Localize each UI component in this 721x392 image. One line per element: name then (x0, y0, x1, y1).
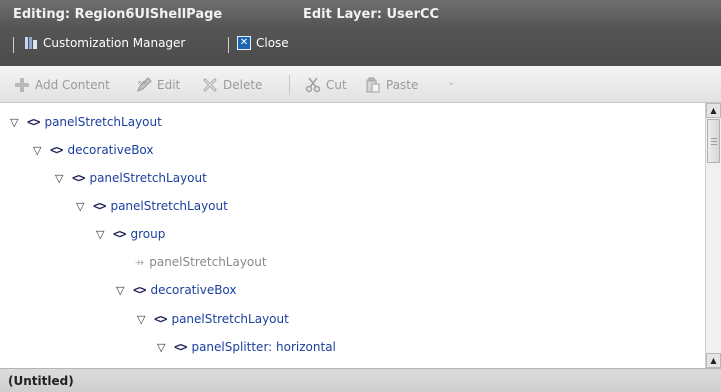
cut-button[interactable]: Cut (305, 77, 347, 93)
component-tag-icon: <> (27, 115, 40, 129)
toolbar: Add Content xyz Edit Delete Cut Paste ⌄ (0, 66, 721, 103)
arrow-up-icon: ▲ (710, 106, 717, 115)
delete-label: Delete (223, 78, 263, 92)
add-content-label: Add Content (35, 78, 110, 92)
tree-node-label[interactable]: panelStretchLayout (171, 312, 288, 326)
edit-layer-title: Edit Layer: UserCC (303, 7, 440, 22)
tree-node: ▽ <> panelSplitter: horizontal (157, 336, 336, 358)
component-tag-icon: <> (154, 312, 167, 326)
collapse-triangle-icon[interactable]: ▽ (96, 228, 108, 241)
component-tag-icon: <> (50, 143, 63, 157)
customization-manager-icon (24, 36, 38, 50)
collapse-triangle-icon[interactable]: ▽ (33, 144, 45, 157)
tree-node-label[interactable]: group (130, 227, 165, 241)
close-label: Close (256, 36, 289, 50)
tree-node-label[interactable]: panelSplitter: horizontal (191, 340, 335, 354)
cut-label: Cut (326, 78, 347, 92)
tree-node-label[interactable]: panelStretchLayout (149, 255, 266, 269)
delete-button[interactable]: Delete (202, 77, 262, 93)
separator (289, 75, 290, 95)
customization-manager-link[interactable]: Customization Manager (24, 36, 185, 50)
grip-line (711, 144, 717, 145)
component-tag-icon: <> (133, 283, 146, 297)
tree-node: ▽ <> decorativeBox (33, 139, 154, 161)
customization-manager-label: Customization Manager (43, 36, 186, 50)
status-text: (Untitled) (8, 374, 74, 388)
tree-node-label[interactable]: decorativeBox (67, 143, 153, 157)
tree-node: ▽ <> decorativeBox (116, 279, 237, 301)
editing-title: Editing: Region6UIShellPage (13, 7, 223, 22)
close-icon: ✕ (237, 36, 251, 50)
grip-line (711, 141, 717, 142)
separator (13, 37, 14, 53)
tree-node-label[interactable]: panelStretchLayout (89, 171, 206, 185)
scroll-thumb[interactable] (707, 119, 720, 163)
paste-button[interactable]: Paste (365, 77, 418, 93)
svg-text:xyz: xyz (138, 80, 147, 86)
edit-button[interactable]: xyz Edit (136, 77, 180, 93)
separator (228, 37, 229, 53)
tree-node-label[interactable]: decorativeBox (150, 283, 236, 297)
component-tag-icon: <> (113, 227, 126, 241)
scroll-down-button[interactable]: ▲ (706, 353, 721, 368)
component-tag-icon: <> (72, 171, 85, 185)
scroll-up-button[interactable]: ▲ (706, 103, 721, 118)
tree-node: ⇸ panelStretchLayout (135, 251, 267, 273)
hidden-component-icon: ⇸ (135, 255, 145, 269)
add-icon (14, 77, 30, 93)
arrow-down-icon: ▲ (710, 356, 717, 365)
edit-label: Edit (157, 78, 181, 92)
edit-icon: xyz (136, 77, 152, 93)
component-tag-icon: <> (174, 340, 187, 354)
collapse-triangle-icon[interactable]: ▽ (157, 341, 169, 354)
scissors-icon (305, 77, 321, 93)
tree-node-label[interactable]: panelStretchLayout (44, 115, 161, 129)
title-row: Editing: Region6UIShellPage Edit Layer: … (13, 7, 439, 25)
collapse-triangle-icon[interactable]: ▽ (76, 200, 88, 213)
tree-node: ▽ <> panelStretchLayout (137, 308, 289, 330)
component-tree: ▽ <> panelStretchLayout ▽ <> decorativeB… (0, 103, 705, 368)
customization-bar: Customization Manager ✕ Close (0, 35, 721, 55)
delete-icon (202, 77, 218, 93)
status-bar: (Untitled) (0, 368, 721, 392)
close-button[interactable]: ✕ Close (237, 36, 289, 50)
paste-options-dropdown[interactable]: ⌄ (447, 77, 455, 88)
grip-line (711, 138, 717, 139)
add-content-button[interactable]: Add Content (14, 77, 110, 93)
collapse-triangle-icon[interactable]: ▽ (10, 116, 22, 129)
clipboard-icon (365, 77, 381, 93)
component-tag-icon: <> (93, 199, 106, 213)
tree-node: ▽ <> panelStretchLayout (76, 195, 228, 217)
collapse-triangle-icon[interactable]: ▽ (55, 172, 67, 185)
paste-label: Paste (386, 78, 419, 92)
tree-node: ▽ <> panelStretchLayout (10, 111, 162, 133)
customization-header: Editing: Region6UIShellPage Edit Layer: … (0, 0, 721, 66)
collapse-triangle-icon[interactable]: ▽ (137, 313, 149, 326)
tree-node-label[interactable]: panelStretchLayout (110, 199, 227, 213)
chevron-down-icon: ⌄ (447, 77, 456, 88)
tree-node: ▽ <> group (96, 223, 165, 245)
tree-node: ▽ <> panelStretchLayout (55, 167, 207, 189)
collapse-triangle-icon[interactable]: ▽ (116, 284, 128, 297)
vertical-scrollbar[interactable]: ▲ ▲ (705, 103, 721, 368)
